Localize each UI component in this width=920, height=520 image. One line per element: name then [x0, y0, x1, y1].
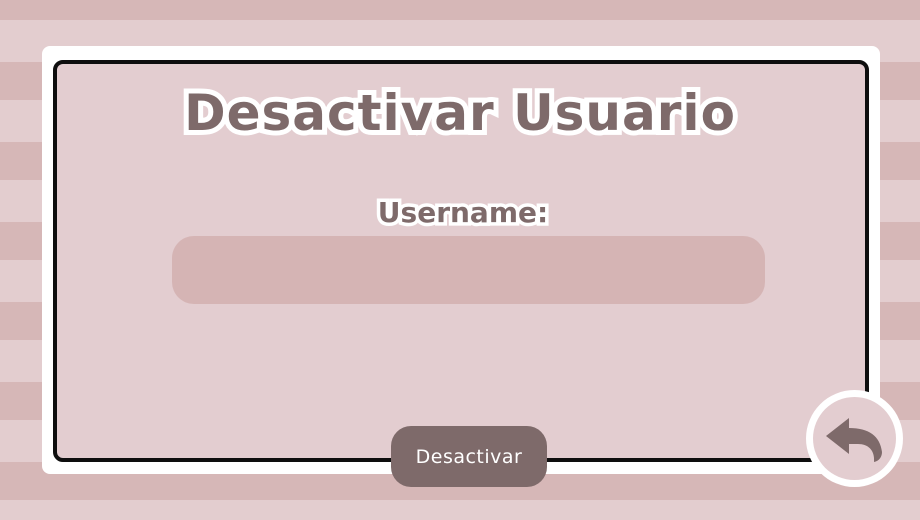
username-label: Username: [374, 193, 551, 233]
back-button[interactable] [806, 390, 903, 487]
back-arrow-icon [825, 417, 882, 462]
back-button-face [813, 397, 896, 480]
page-title: Desactivar Usuario [179, 79, 740, 147]
deactivate-button[interactable]: Desactivar [391, 426, 547, 487]
deactivate-button-label: Desactivar [415, 445, 523, 468]
username-input[interactable] [172, 236, 765, 304]
